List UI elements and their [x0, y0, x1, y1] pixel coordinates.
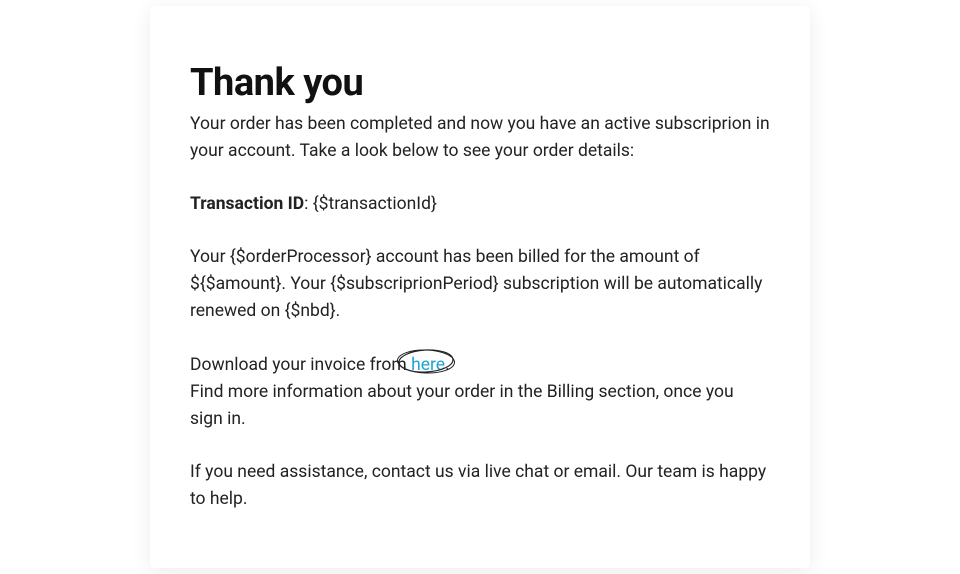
transaction-line: Transaction ID: {$transactionId}: [190, 191, 770, 218]
confirmation-card: Thank you Your order has been completed …: [150, 6, 810, 568]
assistance-text: If you need assistance, contact us via l…: [190, 459, 770, 513]
page-title: Thank you: [190, 61, 770, 105]
transaction-id-value: {$transactionId}: [313, 194, 437, 214]
download-suffix: .: [445, 355, 450, 375]
billing-text: Your {$orderProcessor} account has been …: [190, 244, 770, 325]
transaction-id-label: Transaction ID: [190, 194, 304, 214]
intro-text: Your order has been completed and now yo…: [190, 111, 770, 165]
download-prefix: Download your invoice from: [190, 355, 411, 375]
invoice-info-block: Download your invoice from here. Find mo…: [190, 352, 770, 433]
transaction-separator: :: [304, 194, 313, 214]
invoice-link-text: here: [411, 355, 445, 375]
download-invoice-line: Download your invoice from here.: [190, 352, 770, 379]
invoice-download-link[interactable]: here: [411, 352, 445, 379]
billing-section-info: Find more information about your order i…: [190, 379, 770, 433]
